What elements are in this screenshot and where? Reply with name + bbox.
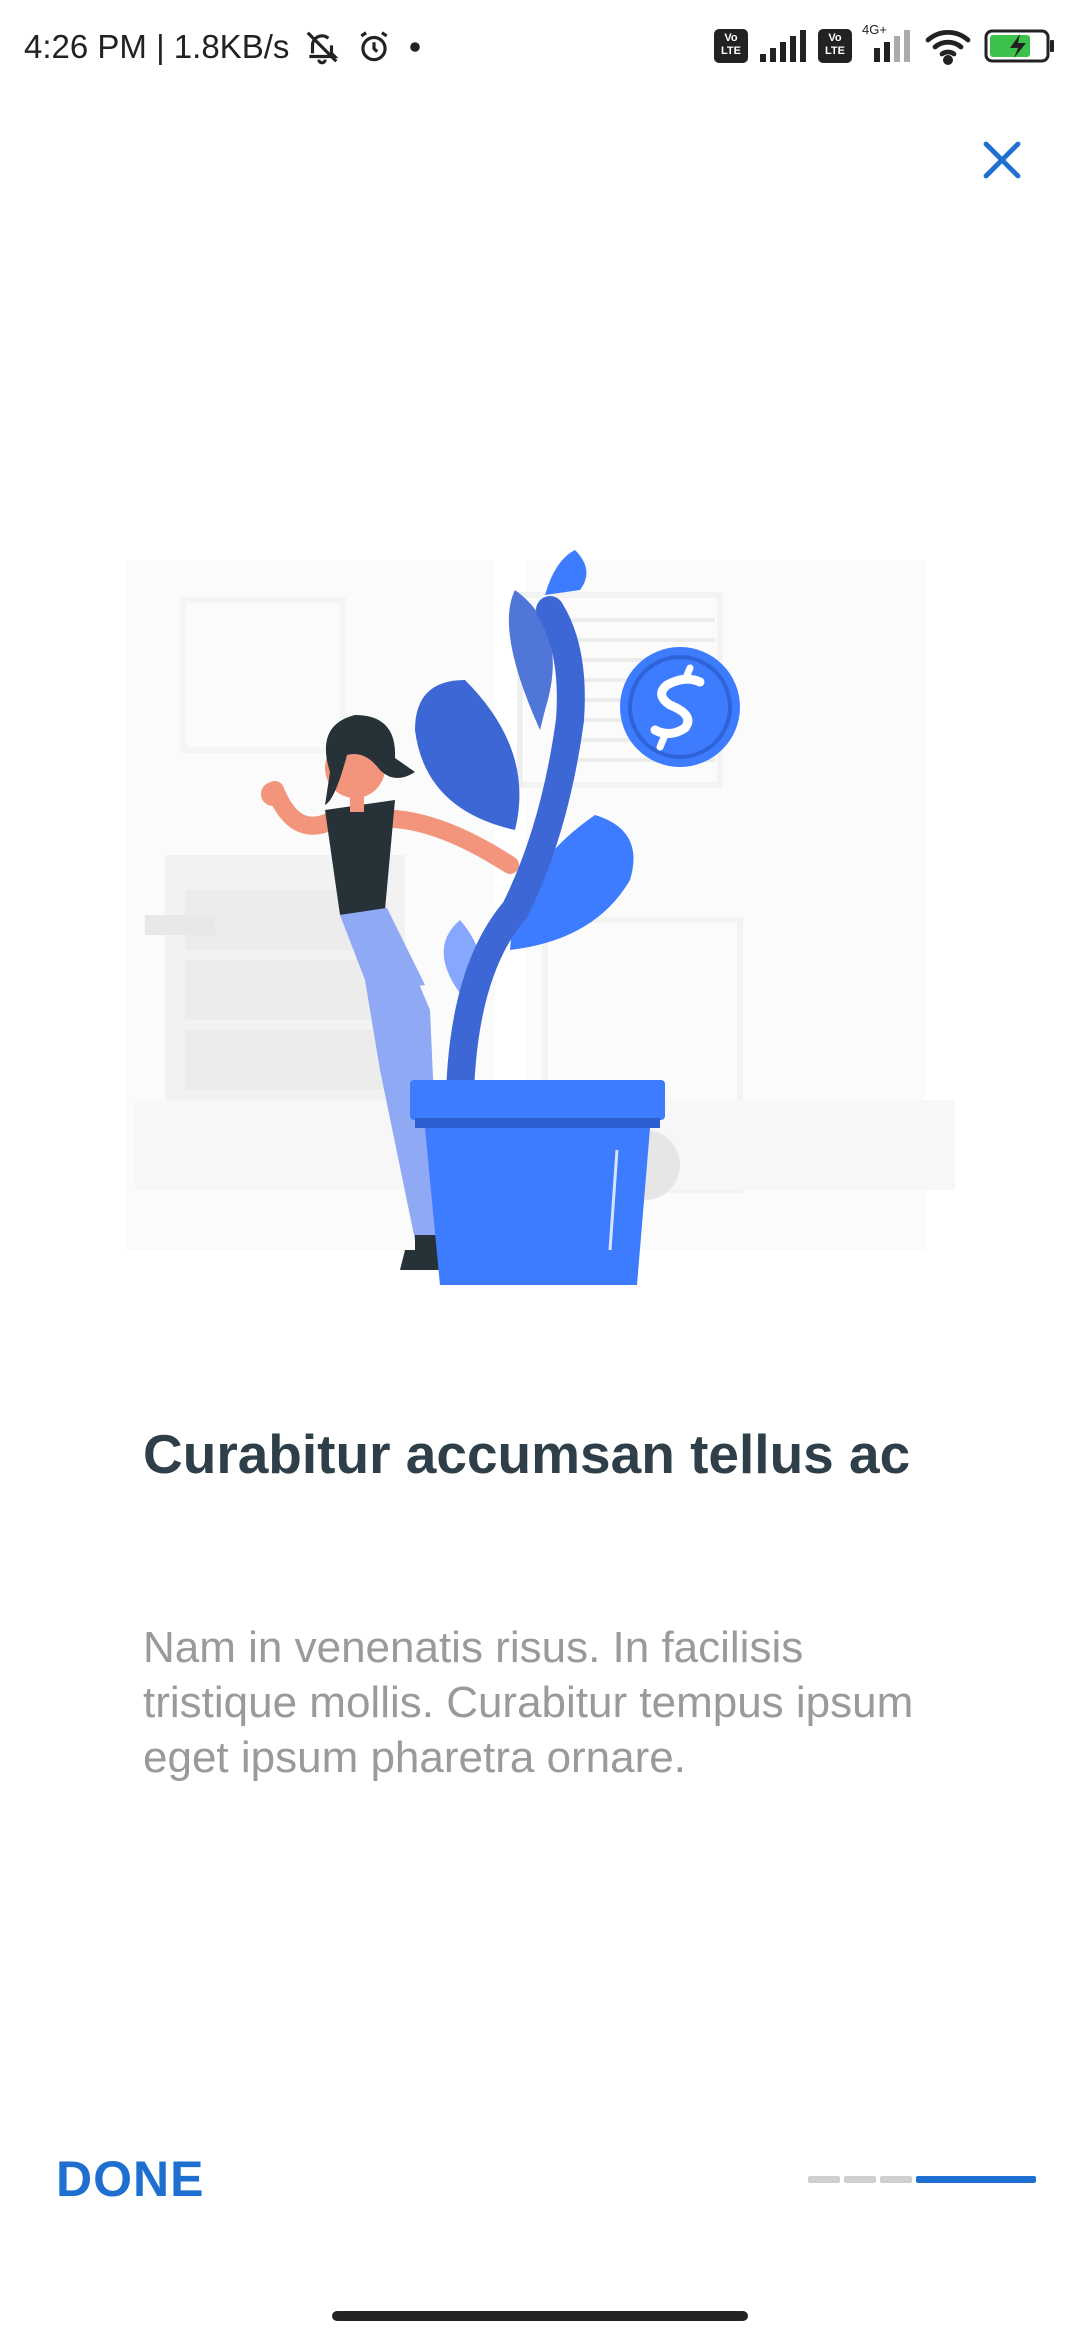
signal-icon bbox=[758, 28, 808, 64]
status-left: 4:26 PM | 1.8KB/s bbox=[24, 28, 423, 66]
volte-icon: Vo LTE bbox=[818, 29, 852, 63]
dot-icon bbox=[407, 39, 423, 55]
wifi-icon bbox=[922, 26, 974, 66]
volte-icon: Vo LTE bbox=[714, 29, 748, 63]
close-button[interactable] bbox=[970, 130, 1034, 194]
close-icon bbox=[978, 136, 1026, 189]
page-dot bbox=[808, 2176, 840, 2183]
network-type-label: 4G+ bbox=[862, 22, 887, 37]
status-bar: 4:26 PM | 1.8KB/s Vo LTE Vo LTE 4G+ bbox=[0, 0, 1080, 100]
alarm-icon bbox=[355, 28, 393, 66]
done-button[interactable]: DONE bbox=[56, 2150, 204, 2208]
onboarding-headline: Curabitur accumsan tellus ac bbox=[143, 1423, 911, 1485]
battery-charging-icon bbox=[984, 27, 1056, 65]
onboarding-illustration bbox=[125, 510, 955, 1290]
status-right: Vo LTE Vo LTE 4G+ bbox=[714, 22, 1056, 66]
page-dot bbox=[880, 2176, 912, 2183]
signal-4g-icon: 4G+ bbox=[862, 22, 912, 64]
page-dot-active bbox=[916, 2176, 1036, 2183]
status-time: 4:26 PM | 1.8KB/s bbox=[24, 28, 290, 65]
bell-off-icon bbox=[303, 28, 341, 66]
page-indicator bbox=[808, 2176, 1036, 2183]
onboarding-body: Nam in venenatis risus. In facilisis tri… bbox=[143, 1623, 914, 1782]
home-indicator[interactable] bbox=[332, 2311, 748, 2321]
page-dot bbox=[844, 2176, 876, 2183]
